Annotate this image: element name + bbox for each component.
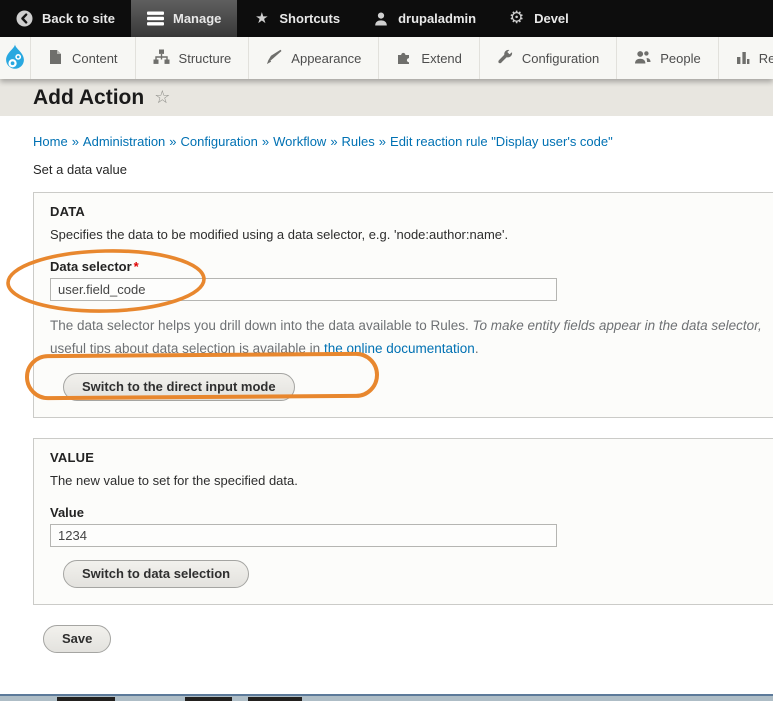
page-title: Add Action (33, 85, 145, 109)
menu-item-people[interactable]: People (616, 37, 717, 79)
toolbar-item-label: Devel (534, 11, 569, 26)
breadcrumb-link-rules[interactable]: Rules (342, 134, 375, 149)
toolbar-item-devel[interactable]: ⚙ Devel (492, 0, 585, 37)
toolbar-item-label: Shortcuts (279, 11, 341, 26)
help-line-1: The data selector helps you drill down i… (50, 318, 762, 333)
data-selector-help: The data selector helps you drill down i… (50, 314, 773, 360)
toolbar-item-back-to-site[interactable]: Back to site (0, 0, 131, 37)
paintbrush-icon (266, 49, 282, 68)
breadcrumb-separator: » (378, 134, 387, 149)
menu-item-configuration[interactable]: Configuration (478, 37, 616, 79)
menu-icon (146, 10, 164, 27)
breadcrumb-link-edit-reaction-rule[interactable]: Edit reaction rule "Display user's code" (390, 134, 613, 149)
menu-item-label: Content (72, 50, 118, 66)
breadcrumb-separator: » (169, 134, 177, 149)
background-window-tab (57, 697, 115, 701)
background-window-tab (248, 697, 302, 701)
help-line-2: useful tips about data selection is avai… (50, 341, 479, 356)
background-window-edge (0, 694, 773, 701)
sitemap-icon (153, 49, 170, 68)
menu-item-label: Configuration (521, 50, 600, 66)
drupal-admin-page: Back to site Manage ★ Shortcuts drupalad… (0, 0, 773, 701)
back-icon (16, 10, 33, 27)
wrench-icon (497, 49, 513, 68)
page-header: Add Action ☆ (0, 79, 773, 116)
star-icon: ★ (255, 9, 269, 27)
toolbar-item-user-account[interactable]: drupaladmin (356, 0, 492, 37)
toolbar-item-shortcuts[interactable]: ★ Shortcuts (237, 0, 356, 37)
value-fieldset-description: The new value to set for the specified d… (50, 473, 298, 488)
people-icon (634, 49, 651, 68)
breadcrumb-separator: » (330, 134, 338, 149)
admin-toolbar: Back to site Manage ★ Shortcuts drupalad… (0, 0, 773, 37)
breadcrumb-separator: » (71, 134, 79, 149)
value-fieldset: VALUE The new value to set for the speci… (33, 438, 773, 605)
drupal-logo[interactable] (0, 37, 30, 79)
toolbar-item-label: Back to site (42, 11, 115, 26)
value-label: Value (50, 505, 84, 520)
menu-item-reports[interactable]: Reports (717, 37, 773, 79)
menu-item-label: Appearance (291, 50, 362, 66)
breadcrumb-link-home[interactable]: Home (33, 134, 68, 149)
menu-item-extend[interactable]: Extend (378, 37, 478, 79)
puzzle-icon (396, 49, 412, 68)
value-input[interactable] (50, 524, 557, 547)
menu-item-label: People (660, 50, 701, 66)
switch-to-data-selection-button[interactable]: Switch to data selection (63, 560, 250, 588)
data-fieldset: DATA Specifies the data to be modified u… (33, 192, 773, 418)
menu-item-label: Extend (421, 50, 462, 66)
menu-item-structure[interactable]: Structure (134, 37, 249, 79)
online-documentation-link[interactable]: the online documentation (324, 341, 475, 356)
save-button[interactable]: Save (43, 625, 112, 653)
toolbar-item-manage[interactable]: Manage (130, 0, 238, 37)
breadcrumb-link-workflow[interactable]: Workflow (273, 134, 326, 149)
value-fieldset-legend: VALUE (50, 450, 95, 465)
background-window-tab (185, 697, 232, 701)
barchart-icon (736, 49, 750, 68)
toolbar-item-label: Manage (172, 11, 222, 26)
menu-item-content[interactable]: Content (30, 37, 135, 79)
menu-item-appearance[interactable]: Appearance (248, 37, 378, 79)
breadcrumb: Home» Administration» Configuration» Workfl… (33, 134, 773, 149)
toolbar-item-label: drupaladmin (398, 11, 477, 26)
user-icon (372, 10, 389, 27)
data-selector-label: Data selector * (50, 259, 139, 274)
switch-to-direct-input-button[interactable]: Switch to the direct input mode (63, 373, 295, 401)
menu-item-label: Reports (758, 50, 773, 66)
document-icon (48, 49, 63, 68)
action-intro-text: Set a data value (33, 162, 127, 177)
menu-item-label: Structure (178, 50, 232, 66)
required-marker: * (133, 259, 139, 274)
data-fieldset-description: Specifies the data to be modified using … (50, 227, 509, 242)
gear-icon: ⚙ (508, 8, 525, 28)
data-selector-input[interactable] (50, 278, 557, 301)
breadcrumb-separator: » (261, 134, 270, 149)
breadcrumb-link-configuration[interactable]: Configuration (181, 134, 258, 149)
favorite-star-icon[interactable]: ☆ (154, 87, 170, 108)
page-content: Home» Administration» Configuration» Workfl… (0, 134, 773, 653)
breadcrumb-link-administration[interactable]: Administration (83, 134, 165, 149)
data-fieldset-legend: DATA (50, 204, 85, 219)
admin-menu-bar: Content Structure Appearance Extend Conf… (0, 37, 773, 79)
